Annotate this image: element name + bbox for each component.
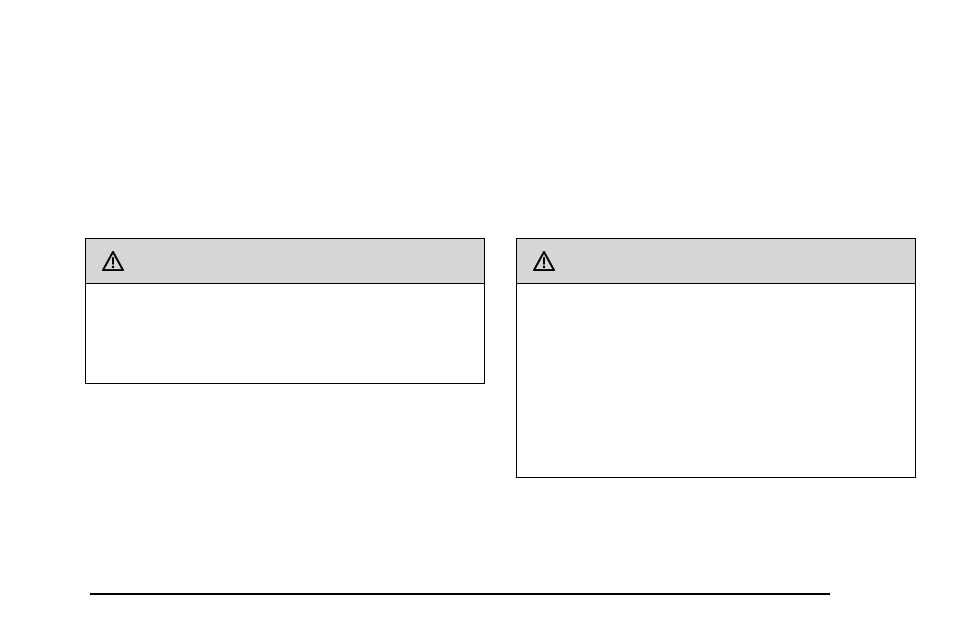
caution-header-right (517, 239, 915, 284)
caution-box-right (516, 238, 916, 478)
caution-body-right (517, 284, 915, 477)
warning-triangle-icon (533, 251, 555, 271)
caution-header-left (86, 239, 484, 284)
footer-divider (90, 593, 830, 595)
caution-box-left (85, 238, 485, 384)
caution-body-left (86, 284, 484, 383)
warning-triangle-icon (102, 251, 124, 271)
